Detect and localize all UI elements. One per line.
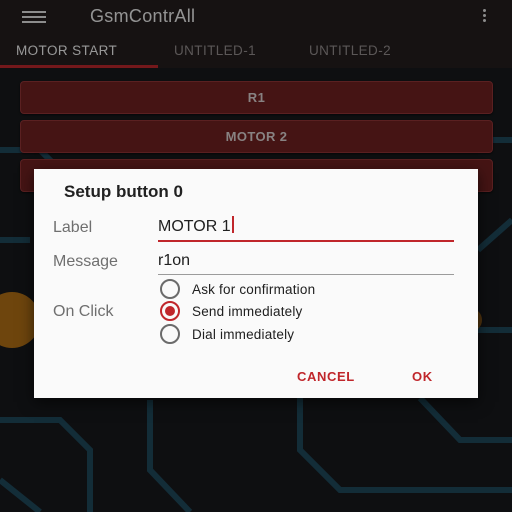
- cancel-button[interactable]: CANCEL: [297, 369, 355, 384]
- radio-label: Dial immediately: [192, 326, 295, 342]
- radio-ask-for-confirmation[interactable]: Ask for confirmation: [160, 279, 315, 299]
- message-field-label: Message: [53, 253, 118, 270]
- radio-send-immediately[interactable]: Send immediately: [160, 301, 303, 321]
- label-input-value: MOTOR 1: [158, 218, 231, 235]
- label-input[interactable]: MOTOR 1: [158, 214, 454, 242]
- message-input[interactable]: r1on: [158, 248, 454, 275]
- radio-label: Ask for confirmation: [192, 281, 316, 297]
- setup-button-dialog: Setup button 0 Label MOTOR 1 Message r1o…: [34, 169, 478, 398]
- message-input-value: r1on: [158, 252, 191, 269]
- radio-dial-immediately[interactable]: Dial immediately: [160, 324, 294, 344]
- radio-unchecked-icon[interactable]: [160, 324, 180, 344]
- on-click-label: On Click: [53, 303, 114, 320]
- radio-label: Send immediately: [192, 303, 303, 319]
- radio-checked-icon[interactable]: [160, 301, 180, 321]
- label-field-label: Label: [53, 219, 93, 236]
- text-cursor: [231, 216, 234, 233]
- ok-button[interactable]: OK: [412, 369, 433, 384]
- radio-unchecked-icon[interactable]: [160, 279, 180, 299]
- dialog-title: Setup button 0: [64, 182, 183, 201]
